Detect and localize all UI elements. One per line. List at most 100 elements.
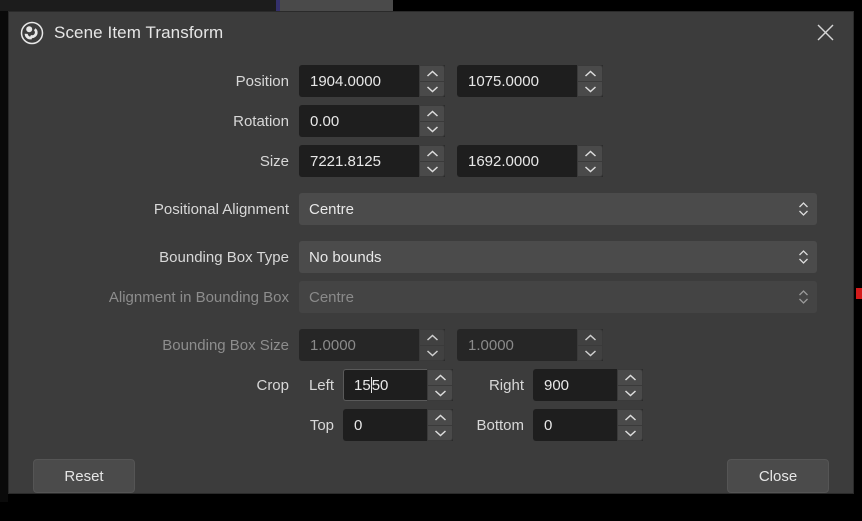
chevron-up-icon: [419, 329, 445, 345]
size-height-stepper[interactable]: [577, 145, 603, 177]
chevron-up-icon[interactable]: [419, 65, 445, 81]
background-strip-dark: [0, 0, 276, 11]
bounding-box-size-label: Bounding Box Size: [162, 336, 289, 354]
bounding-box-type-combobox[interactable]: No bounds: [299, 241, 817, 273]
background-red-marker: [856, 288, 862, 299]
chevron-up-icon[interactable]: [427, 369, 453, 385]
row-size: Size 7221.8125 1692.0000: [33, 141, 829, 181]
crop-bottom-stepper[interactable]: [617, 409, 643, 441]
crop-right-stepper[interactable]: [617, 369, 643, 401]
chevron-down-icon[interactable]: [577, 161, 603, 177]
bounding-box-size-height-stepper: [577, 329, 603, 361]
chevron-down-icon: [419, 345, 445, 361]
crop-left-label: Left: [308, 376, 334, 394]
bounding-box-type-value[interactable]: No bounds: [299, 241, 789, 273]
close-icon[interactable]: [809, 17, 841, 49]
rotation-stepper[interactable]: [419, 105, 445, 137]
chevron-updown-icon[interactable]: [789, 193, 817, 225]
positional-alignment-value[interactable]: Centre: [299, 193, 789, 225]
bounding-box-size-height-input: 1.0000: [457, 329, 577, 361]
position-x-input[interactable]: 1904.0000: [299, 65, 419, 97]
row-crop-top-bottom: Top 0 Bottom 0: [33, 405, 829, 445]
crop-top-input[interactable]: 0: [343, 409, 427, 441]
chevron-updown-icon: [789, 281, 817, 313]
crop-right-label: Right: [488, 376, 524, 394]
chevron-down-icon[interactable]: [617, 425, 643, 441]
chevron-up-icon[interactable]: [577, 145, 603, 161]
close-button[interactable]: Close: [727, 459, 829, 493]
size-height-spinbox[interactable]: 1692.0000: [457, 145, 603, 177]
chevron-down-icon[interactable]: [419, 121, 445, 137]
crop-bottom-input[interactable]: 0: [533, 409, 617, 441]
size-width-stepper[interactable]: [419, 145, 445, 177]
chevron-down-icon: [577, 345, 603, 361]
chevron-down-icon[interactable]: [427, 385, 453, 401]
chevron-up-icon[interactable]: [617, 409, 643, 425]
dialog-title: Scene Item Transform: [54, 22, 224, 42]
bounding-box-size-height-spinbox: 1.0000: [457, 329, 603, 361]
chevron-up-icon[interactable]: [427, 409, 453, 425]
bounding-box-size-width-input: 1.0000: [299, 329, 419, 361]
rotation-input[interactable]: 0.00: [299, 105, 419, 137]
row-bounding-box-type: Bounding Box Type No bounds: [33, 237, 829, 277]
crop-bottom-label: Bottom: [476, 416, 524, 434]
chevron-up-icon[interactable]: [617, 369, 643, 385]
positional-alignment-combobox[interactable]: Centre: [299, 193, 817, 225]
obs-logo-icon: [19, 20, 45, 46]
rotation-label: Rotation: [233, 112, 289, 130]
crop-left-stepper[interactable]: [427, 369, 453, 401]
background-left-edge: [0, 11, 8, 502]
row-rotation: Rotation 0.00: [33, 101, 829, 141]
alignment-in-bounding-box-value: Centre: [299, 281, 789, 313]
scene-item-transform-dialog: Scene Item Transform Position 1904.0000: [8, 11, 854, 494]
alignment-in-bounding-box-combobox: Centre: [299, 281, 817, 313]
chevron-updown-icon[interactable]: [789, 241, 817, 273]
reset-button[interactable]: Reset: [33, 459, 135, 493]
chevron-up-icon[interactable]: [419, 145, 445, 161]
row-alignment-in-bounding-box: Alignment in Bounding Box Centre: [33, 277, 829, 317]
position-y-spinbox[interactable]: 1075.0000: [457, 65, 603, 97]
row-crop-left-right: Crop Left 15 50 Right 900: [33, 365, 829, 405]
size-label: Size: [259, 152, 289, 170]
crop-top-spinbox[interactable]: 0: [343, 409, 453, 441]
size-width-spinbox[interactable]: 7221.8125: [299, 145, 445, 177]
alignment-in-bounding-box-label: Alignment in Bounding Box: [108, 288, 289, 306]
chevron-down-icon[interactable]: [419, 161, 445, 177]
position-y-stepper[interactable]: [577, 65, 603, 97]
crop-left-input[interactable]: 15 50: [343, 369, 427, 401]
bounding-box-type-label: Bounding Box Type: [159, 248, 289, 266]
dialog-footer: Reset Close: [9, 445, 853, 521]
chevron-down-icon[interactable]: [427, 425, 453, 441]
chevron-down-icon[interactable]: [419, 81, 445, 97]
transform-form: Position 1904.0000 1075.0000 Rotation 0.…: [9, 53, 853, 445]
crop-top-label: Top: [309, 416, 334, 434]
crop-top-stepper[interactable]: [427, 409, 453, 441]
chevron-up-icon[interactable]: [419, 105, 445, 121]
bounding-box-size-width-stepper: [419, 329, 445, 361]
background-strip-light: [280, 0, 393, 11]
chevron-down-icon[interactable]: [577, 81, 603, 97]
dialog-titlebar: Scene Item Transform: [9, 12, 853, 53]
chevron-up-icon[interactable]: [577, 65, 603, 81]
row-position: Position 1904.0000 1075.0000: [33, 61, 829, 101]
position-x-spinbox[interactable]: 1904.0000: [299, 65, 445, 97]
position-label: Position: [235, 72, 289, 90]
crop-left-spinbox[interactable]: 15 50: [343, 369, 453, 401]
positional-alignment-label: Positional Alignment: [153, 200, 289, 218]
crop-label: Crop: [256, 376, 289, 394]
crop-bottom-spinbox[interactable]: 0: [533, 409, 643, 441]
chevron-down-icon[interactable]: [617, 385, 643, 401]
position-x-stepper[interactable]: [419, 65, 445, 97]
crop-right-spinbox[interactable]: 900: [533, 369, 643, 401]
crop-right-input[interactable]: 900: [533, 369, 617, 401]
crop-left-value-before-caret: 15: [354, 376, 371, 394]
row-bounding-box-size: Bounding Box Size 1.0000 1.0000: [33, 325, 829, 365]
chevron-up-icon: [577, 329, 603, 345]
size-height-input[interactable]: 1692.0000: [457, 145, 577, 177]
rotation-spinbox[interactable]: 0.00: [299, 105, 445, 137]
crop-left-value-after-caret: 50: [371, 376, 389, 394]
bounding-box-size-width-spinbox: 1.0000: [299, 329, 445, 361]
size-width-input[interactable]: 7221.8125: [299, 145, 419, 177]
position-y-input[interactable]: 1075.0000: [457, 65, 577, 97]
row-positional-alignment: Positional Alignment Centre: [33, 189, 829, 229]
